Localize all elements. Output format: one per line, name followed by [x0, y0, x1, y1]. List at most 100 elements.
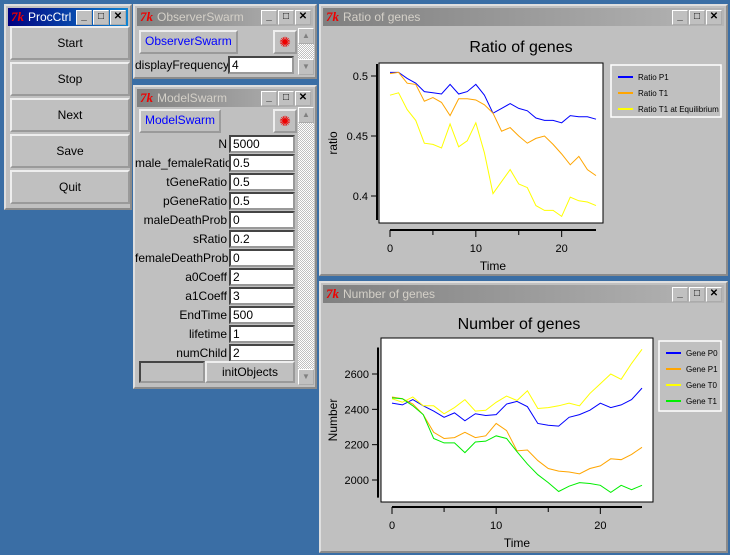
- procctrl-titlebar[interactable]: 7k ProcCtrl _ □ ✕: [8, 8, 128, 26]
- status-area: [139, 361, 205, 383]
- ratio-titlebar[interactable]: 7k Ratio of genes _ □ ✕: [323, 8, 724, 26]
- y-tick-label: 2000: [345, 475, 369, 487]
- field-input[interactable]: 0: [229, 249, 295, 267]
- x-tick-label: 10: [470, 243, 482, 255]
- x-axis-label: Time: [504, 536, 531, 550]
- y-tick-label: 2400: [345, 404, 369, 416]
- ratio-chart-window: 7k Ratio of genes _ □ ✕ Ratio of genes 0.4 0.…: [319, 4, 728, 276]
- close-button[interactable]: ✕: [110, 10, 126, 25]
- legend-label: Gene P0: [686, 349, 718, 358]
- start-button[interactable]: Start: [10, 26, 130, 60]
- tk-feather-icon: 7k: [140, 9, 153, 24]
- initobjects-button[interactable]: initObjects: [205, 361, 295, 383]
- legend-label: Gene T1: [686, 397, 718, 406]
- maximize-button[interactable]: □: [689, 10, 705, 25]
- close-button[interactable]: ✕: [295, 10, 311, 25]
- stop-button[interactable]: Stop: [10, 62, 130, 96]
- minimize-button[interactable]: _: [672, 10, 688, 25]
- chart-title: Ratio of genes: [469, 39, 572, 56]
- field-input[interactable]: 5000: [229, 135, 295, 153]
- tk-feather-icon: 7k: [140, 90, 153, 105]
- bug-icon[interactable]: ✺: [273, 30, 297, 54]
- window-title: ObserverSwarm: [157, 10, 244, 24]
- field-input[interactable]: 0: [229, 211, 295, 229]
- tk-feather-icon: 7k: [326, 286, 339, 301]
- bug-icon[interactable]: ✺: [273, 109, 297, 133]
- displayfrequency-field[interactable]: 4: [228, 56, 294, 74]
- number-titlebar[interactable]: 7k Number of genes _ □ ✕: [323, 285, 724, 303]
- ratio-chart: Ratio of genes 0.4 0.45 0.5 0 10 20 Time ratio Ra…: [326, 39, 722, 273]
- close-button[interactable]: ✕: [706, 10, 722, 25]
- field-label: N: [218, 137, 227, 151]
- scrollbar[interactable]: ▲ ▼: [298, 28, 314, 75]
- field-label: maleDeathProb: [143, 213, 227, 227]
- maximize-button[interactable]: □: [689, 287, 705, 302]
- next-button[interactable]: Next: [10, 98, 130, 132]
- legend-label: Gene T0: [686, 381, 718, 390]
- observerswarm-titlebar[interactable]: 7k ObserverSwarm _ □ ✕: [137, 8, 313, 26]
- legend-label: Ratio T1: [638, 89, 669, 98]
- minimize-button[interactable]: _: [261, 10, 277, 25]
- field-input[interactable]: 0.5: [229, 154, 295, 172]
- modelswarm-titlebar[interactable]: 7k ModelSwarm _ □ ✕: [137, 89, 313, 107]
- minimize-button[interactable]: _: [672, 287, 688, 302]
- chart-title: Number of genes: [458, 316, 581, 333]
- field-label: male_femaleRatio: [135, 156, 232, 170]
- minimize-button[interactable]: _: [261, 91, 277, 106]
- x-axis-label: Time: [480, 259, 507, 273]
- y-tick-label: 2200: [345, 440, 369, 452]
- close-button[interactable]: ✕: [295, 91, 311, 106]
- x-tick-label: 0: [387, 243, 393, 255]
- maximize-button[interactable]: □: [278, 10, 294, 25]
- field-input[interactable]: 2: [229, 344, 295, 362]
- field-label: tGeneRatio: [166, 175, 227, 189]
- y-tick-label: 2600: [345, 369, 369, 381]
- number-chart-window: 7k Number of genes _ □ ✕ Number of genes 200…: [319, 281, 728, 553]
- plot-area: [380, 337, 654, 503]
- x-tick-label: 20: [556, 243, 568, 255]
- field-input[interactable]: 1: [229, 325, 295, 343]
- field-input[interactable]: 3: [229, 287, 295, 305]
- field-label: lifetime: [188, 327, 227, 341]
- scrollbar[interactable]: ▲ ▼: [298, 107, 314, 385]
- y-axis-label: Number: [326, 399, 340, 442]
- x-tick-label: 10: [490, 520, 502, 532]
- procctrl-window: 7k ProcCtrl _ □ ✕ Start Stop Next Save Quit: [4, 4, 132, 210]
- maximize-button[interactable]: □: [278, 91, 294, 106]
- x-tick-label: 0: [389, 520, 395, 532]
- observerswarm-button[interactable]: ObserverSwarm: [139, 30, 238, 54]
- minimize-button[interactable]: _: [76, 10, 92, 25]
- tk-feather-icon: 7k: [326, 9, 339, 24]
- y-tick-label: 0.45: [347, 131, 368, 143]
- field-input[interactable]: 2: [229, 268, 295, 286]
- field-input[interactable]: 0.5: [229, 173, 295, 191]
- field-label: a1Coeff: [185, 289, 227, 303]
- modelswarm-button[interactable]: ModelSwarm: [139, 109, 222, 133]
- y-axis-label: ratio: [326, 131, 340, 155]
- x-tick-label: 20: [594, 520, 606, 532]
- field-label: EndTime: [179, 308, 227, 322]
- legend-label: Ratio P1: [638, 73, 669, 82]
- field-label: numChild: [176, 346, 227, 360]
- field-input[interactable]: 0.5: [229, 192, 295, 210]
- maximize-button[interactable]: □: [93, 10, 109, 25]
- observerswarm-window: 7k ObserverSwarm _ □ ✕ ObserverSwarm ✺ disp…: [133, 4, 317, 79]
- quit-button[interactable]: Quit: [10, 170, 130, 204]
- window-title: Ratio of genes: [343, 10, 421, 24]
- modelswarm-window: 7k ModelSwarm _ □ ✕ ModelSwarm ✺ N 5000 male_…: [133, 85, 317, 389]
- displayfrequency-label: displayFrequency: [135, 58, 230, 72]
- number-chart: Number of genes 2000 2200 2400 2600 0 10 20 Time…: [326, 316, 722, 550]
- window-title: ModelSwarm: [157, 91, 228, 105]
- save-button[interactable]: Save: [10, 134, 130, 168]
- tk-feather-icon: 7k: [11, 9, 24, 24]
- field-label: a0Coeff: [185, 270, 227, 284]
- close-button[interactable]: ✕: [706, 287, 722, 302]
- window-title: Number of genes: [343, 287, 436, 301]
- y-tick-label: 0.5: [353, 71, 368, 83]
- field-input[interactable]: 500: [229, 306, 295, 324]
- legend-label: Gene P1: [686, 365, 718, 374]
- field-label: pGeneRatio: [162, 194, 227, 208]
- legend-label: Ratio T1 at Equilibrium: [638, 105, 719, 114]
- field-label: femaleDeathProb: [135, 251, 229, 265]
- field-input[interactable]: 0.2: [229, 230, 295, 248]
